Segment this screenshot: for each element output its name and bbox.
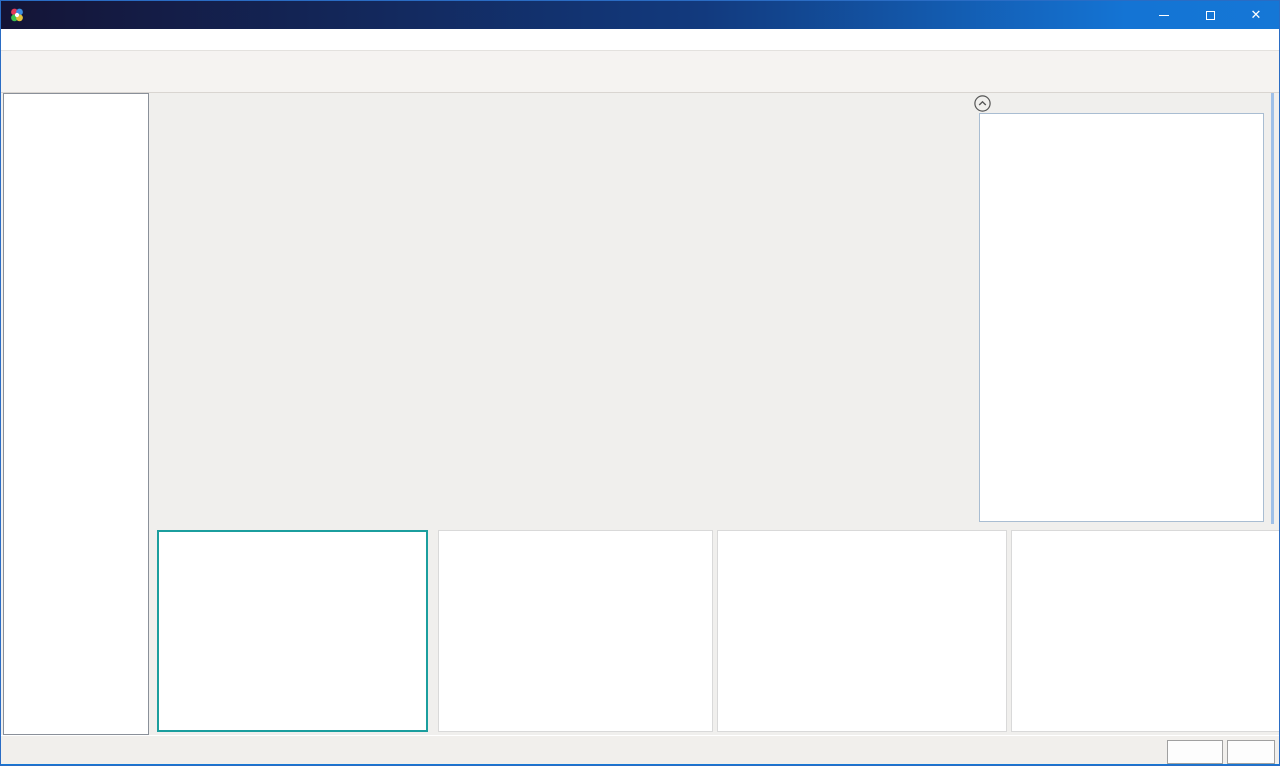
close-icon: ✕ [1251, 7, 1262, 23]
statusbar [1, 735, 1279, 766]
reflectance-chart-panel[interactable] [717, 530, 1007, 732]
toolbar [1, 51, 1279, 93]
delta-e-trend-chart-panel[interactable] [438, 530, 713, 732]
status-empty-box [1227, 740, 1275, 764]
window-controls: ✕ [1141, 1, 1279, 29]
maximize-icon [1206, 11, 1215, 20]
sample-tree[interactable] [3, 93, 149, 735]
collapse-up-icon[interactable] [974, 95, 991, 112]
app-icon [9, 7, 25, 23]
close-button[interactable]: ✕ [1233, 1, 1279, 29]
color-diff-header [974, 93, 1269, 113]
auto-mode-box[interactable] [1167, 740, 1223, 764]
menubar [1, 29, 1279, 51]
minimize-icon [1159, 15, 1169, 16]
panel-splitter[interactable] [1271, 93, 1274, 524]
color-diff-panel [979, 113, 1264, 522]
minimize-button[interactable] [1141, 1, 1187, 29]
app-window: ✕ [0, 0, 1280, 766]
maximize-button[interactable] [1187, 1, 1233, 29]
ab-scatter-chart-panel[interactable] [157, 530, 428, 732]
color-gamut-chart-panel[interactable] [1011, 530, 1280, 732]
titlebar: ✕ [1, 1, 1279, 29]
